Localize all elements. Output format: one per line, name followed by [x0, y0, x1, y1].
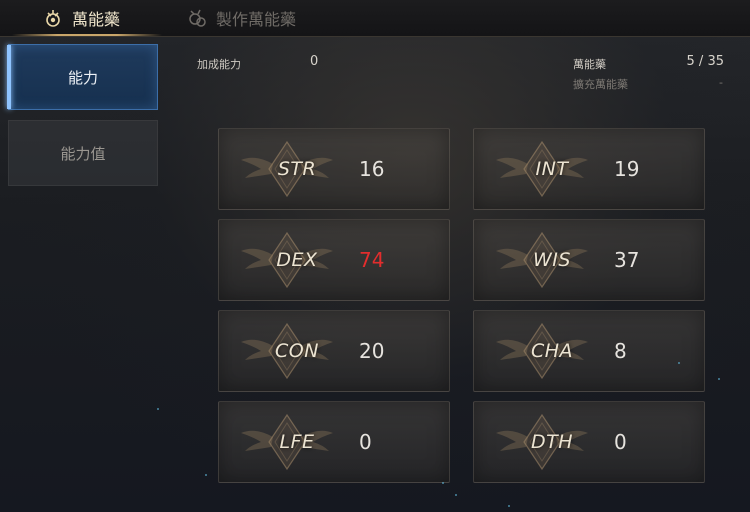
bonus-value: 0: [310, 54, 319, 69]
stat-name: INT: [535, 158, 569, 180]
top-tab-bar: 萬能藥 製作萬能藥: [0, 0, 750, 37]
tab-elixir[interactable]: 萬能藥: [42, 0, 120, 36]
sparkle: [508, 505, 510, 507]
sidebar-item-ability-value[interactable]: 能力值: [8, 120, 158, 186]
tab-craft-elixir[interactable]: 製作萬能藥: [186, 0, 296, 36]
active-tab-underline: [12, 34, 162, 36]
stat-value: 0: [359, 430, 372, 454]
stat-card-dex: DEX 74: [218, 219, 450, 301]
sparkle: [678, 362, 680, 364]
stat-name: CON: [275, 340, 319, 362]
stat-card-dth: DTH 0: [473, 401, 705, 483]
craft-elixir-icon: [186, 7, 208, 29]
stat-card-cha: CHA 8: [473, 310, 705, 392]
stat-value: 20: [359, 339, 385, 363]
elixir-count-value: 5 / 35: [686, 54, 724, 69]
stat-name: DEX: [276, 249, 318, 271]
stat-value: 37: [614, 248, 640, 272]
stat-card-int: INT 19: [473, 128, 705, 210]
stat-value: 19: [614, 157, 640, 181]
stat-name: STR: [277, 158, 317, 180]
stat-value: 8: [614, 339, 627, 363]
sparkle: [442, 482, 444, 484]
stat-card-lfe: LFE 0: [218, 401, 450, 483]
extra-elixir-value: -: [719, 76, 723, 89]
tab-elixir-label: 萬能藥: [72, 10, 121, 29]
stat-name: CHA: [530, 340, 574, 362]
sparkle: [455, 494, 457, 496]
stat-card-con: CON 20: [218, 310, 450, 392]
sidebar-item-label: 能力值: [60, 144, 106, 163]
stat-value: 74: [359, 248, 385, 272]
stat-name: DTH: [530, 431, 574, 453]
stat-card-wis: WIS 37: [473, 219, 705, 301]
sparkle: [157, 408, 159, 410]
elixir-count-label: 萬能藥: [573, 58, 606, 71]
stat-value: 16: [359, 157, 385, 181]
sidebar: 能力 能力值: [7, 44, 158, 196]
extra-elixir-label: 擴充萬能藥: [573, 78, 628, 91]
sidebar-item-ability[interactable]: 能力: [7, 44, 158, 110]
bonus-label: 加成能力: [197, 58, 241, 71]
sparkle: [205, 474, 207, 476]
elixir-icon: [42, 7, 64, 29]
stat-name: WIS: [533, 249, 571, 271]
sidebar-item-label: 能力: [67, 68, 98, 87]
stat-value: 0: [614, 430, 627, 454]
tab-craft-elixir-label: 製作萬能藥: [216, 10, 297, 29]
stat-card-str: STR 16: [218, 128, 450, 210]
sparkle: [718, 378, 720, 380]
stat-name: LFE: [279, 431, 315, 453]
